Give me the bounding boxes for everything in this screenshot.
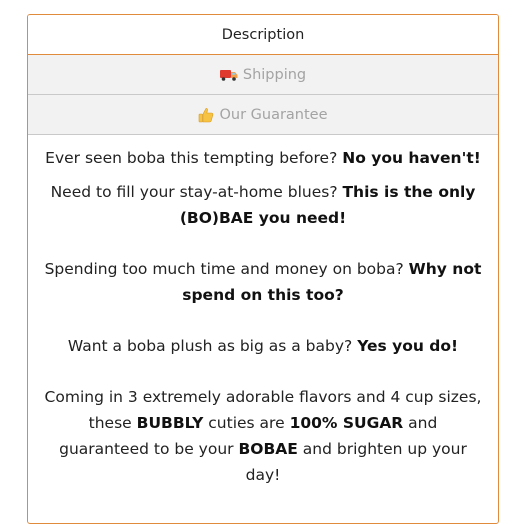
description-paragraph-5: Coming in 3 extremely adorable flavors a… xyxy=(44,388,482,484)
tab-description-label: Description xyxy=(221,26,305,43)
tab-description[interactable]: Description xyxy=(28,15,498,55)
tab-shipping[interactable]: Shipping xyxy=(28,55,498,95)
tab-shipping-label: Shipping xyxy=(242,66,307,83)
thumbs-up-icon xyxy=(198,107,214,123)
product-info-tabs: Description Shipping Our Guarantee Ever … xyxy=(27,14,499,524)
description-paragraph-2: Need to fill your stay-at-home blues? Th… xyxy=(50,183,476,227)
description-content: Ever seen boba this tempting before? No … xyxy=(28,135,498,488)
description-paragraph-3: Spending too much time and money on boba… xyxy=(44,260,482,304)
tab-guarantee[interactable]: Our Guarantee xyxy=(28,95,498,135)
description-paragraph-4: Want a boba plush as big as a baby? Yes … xyxy=(67,337,459,355)
description-paragraph-1: Ever seen boba this tempting before? No … xyxy=(45,149,481,167)
tab-guarantee-label: Our Guarantee xyxy=(219,106,328,123)
delivery-truck-icon xyxy=(219,69,238,81)
